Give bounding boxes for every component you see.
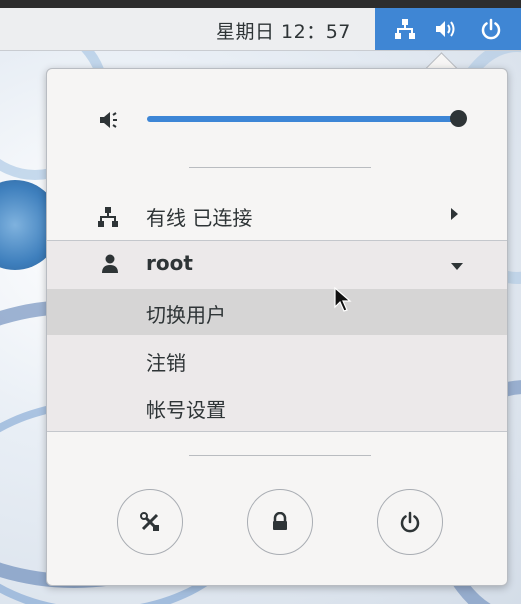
mouse-cursor-icon — [334, 286, 352, 317]
user-icon — [101, 254, 119, 278]
user-section: root 切换用户 注销 帐号设置 — [47, 240, 507, 432]
network-wired-icon[interactable] — [389, 8, 421, 50]
network-wired-icon — [97, 206, 119, 233]
user-row[interactable]: root — [47, 241, 507, 287]
account-settings-item[interactable]: 帐号设置 — [47, 384, 507, 430]
separator — [189, 167, 371, 168]
system-menu: 有线 已连接 root 切换用户 注销 帐号设置 — [46, 68, 508, 586]
settings-icon — [140, 512, 159, 531]
settings-button[interactable] — [117, 489, 183, 555]
power-icon[interactable] — [475, 8, 507, 50]
separator — [189, 455, 371, 456]
logout-item[interactable]: 注销 — [47, 337, 507, 383]
top-edge — [0, 0, 521, 8]
power-icon — [400, 511, 420, 533]
speaker-icon — [99, 109, 123, 135]
power-off-button[interactable] — [377, 489, 443, 555]
network-label: 有线 已连接 — [146, 206, 253, 230]
chevron-down-icon — [451, 263, 463, 270]
network-row[interactable]: 有线 已连接 — [47, 196, 507, 236]
system-tray[interactable] — [375, 8, 521, 50]
top-bar: 星期日 12：57 — [0, 8, 521, 51]
chevron-right-icon — [451, 208, 458, 220]
clock[interactable]: 星期日 12：57 — [216, 17, 351, 44]
volume-icon[interactable] — [431, 8, 463, 50]
lock-button[interactable] — [247, 489, 313, 555]
volume-slider-handle[interactable] — [450, 110, 467, 127]
lock-icon — [273, 512, 287, 530]
user-name: root — [146, 251, 193, 275]
switch-user-item[interactable]: 切换用户 — [47, 289, 507, 335]
volume-slider[interactable] — [147, 116, 459, 122]
